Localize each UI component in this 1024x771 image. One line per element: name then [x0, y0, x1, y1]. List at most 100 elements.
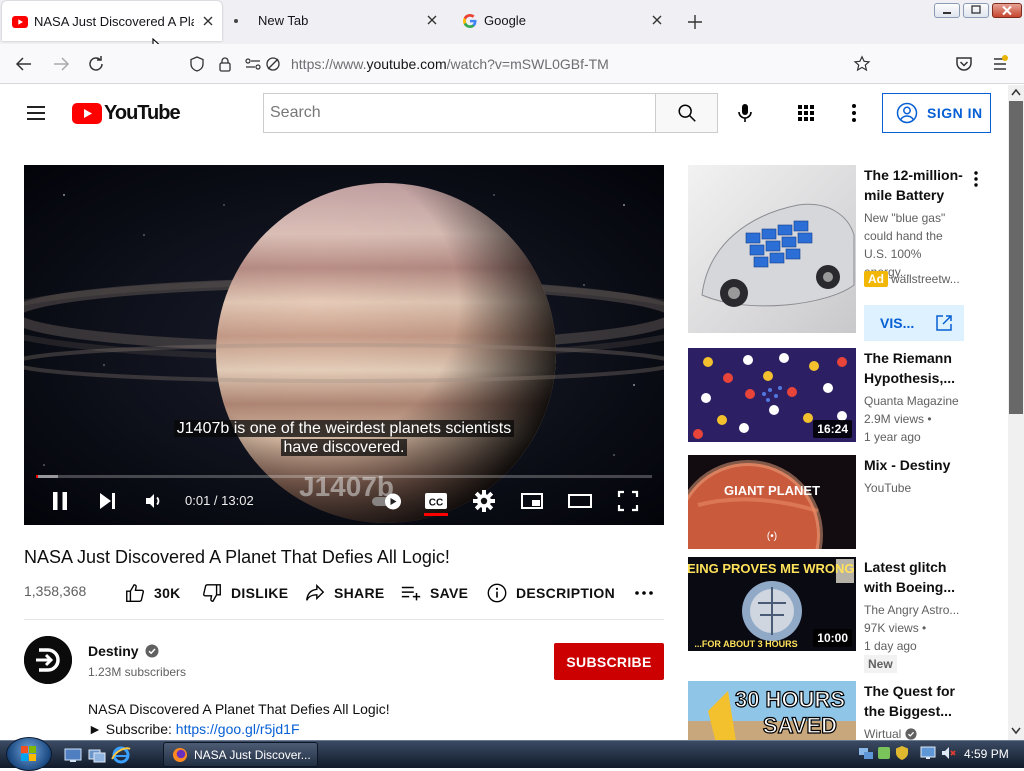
video-player[interactable]: J1407b is one of the weirdest planets sc…	[24, 165, 664, 525]
sign-in-button[interactable]: SIGN IN	[882, 93, 991, 133]
share-button[interactable]: SHARE	[304, 581, 385, 605]
info-circle-icon	[486, 582, 508, 604]
video-title[interactable]: The Quest for the Biggest...	[864, 681, 968, 721]
video-thumbnail[interactable]: BOEING PROVES ME WRONG ...FOR ABOUT 3 HOU…	[688, 557, 856, 651]
subscriber-count: 1.23M subscribers	[88, 665, 187, 679]
channel-name[interactable]: Destiny	[88, 643, 159, 659]
tray-display-icon[interactable]	[920, 745, 936, 761]
divider	[24, 619, 664, 620]
video-thumbnail[interactable]: 30 HOURS SAVED	[688, 681, 856, 740]
youtube-logo[interactable]: YouTube	[72, 102, 181, 125]
settings-gear-icon[interactable]	[470, 487, 498, 515]
ad-thumbnail[interactable]	[688, 165, 856, 333]
video-title[interactable]: The Riemann Hypothesis,...	[864, 348, 968, 388]
fullscreen-icon[interactable]	[614, 487, 642, 515]
autoplay-toggle-icon[interactable]	[370, 487, 406, 515]
tracking-shield-icon[interactable]	[188, 55, 206, 73]
show-desktop-icon[interactable]	[64, 746, 82, 764]
video-thumbnail[interactable]: GIANT PLANET (•)	[688, 455, 856, 549]
more-vertical-icon[interactable]	[966, 169, 986, 189]
close-tab-icon[interactable]	[198, 11, 218, 31]
next-video-icon[interactable]	[94, 487, 122, 515]
taskbar-firefox-window[interactable]: NASA Just Discover...	[163, 742, 318, 767]
sidebar-video[interactable]: 16:24 The Riemann Hypothesis,... Quanta …	[688, 348, 988, 444]
miniplayer-icon[interactable]	[518, 487, 546, 515]
back-arrow-icon[interactable]	[12, 52, 36, 76]
scroll-down-arrow-icon[interactable]	[1011, 727, 1021, 735]
restore-window-icon[interactable]	[963, 3, 989, 18]
channel-avatar[interactable]	[24, 636, 72, 684]
scroll-up-arrow-icon[interactable]	[1011, 88, 1021, 96]
closed-captions-icon[interactable]: CC	[422, 487, 450, 515]
channel-name[interactable]: YouTube	[864, 479, 911, 497]
search-input[interactable]	[263, 93, 655, 133]
dislike-button[interactable]: DISLIKE	[201, 581, 288, 605]
close-window-icon[interactable]	[992, 3, 1022, 18]
reload-icon[interactable]	[84, 52, 108, 76]
view-count: 1,358,368	[24, 583, 87, 599]
ad-title[interactable]: The 12-million-mile Battery	[864, 165, 964, 205]
close-tab-icon[interactable]	[422, 10, 442, 30]
permissions-icon[interactable]	[244, 55, 262, 73]
microphone-icon[interactable]	[733, 101, 757, 125]
channel-name[interactable]: The Angry Astro...	[864, 601, 959, 619]
theater-mode-icon[interactable]	[566, 487, 594, 515]
subscribe-button[interactable]: SUBSCRIBE	[554, 643, 664, 680]
lock-icon[interactable]	[216, 55, 234, 73]
volume-icon[interactable]	[139, 487, 167, 515]
forward-arrow-icon[interactable]	[49, 52, 73, 76]
channel-name[interactable]: Quanta Magazine	[864, 392, 959, 410]
save-button[interactable]: SAVE	[400, 581, 468, 605]
minimize-window-icon[interactable]	[934, 3, 960, 18]
page-scrollbar[interactable]	[1008, 85, 1024, 740]
description-subscribe-line: ► Subscribe: https://goo.gl/r5jd1F	[88, 721, 300, 737]
pocket-icon[interactable]	[952, 52, 976, 76]
pause-icon[interactable]	[46, 487, 74, 515]
save-label: SAVE	[430, 585, 469, 601]
start-button[interactable]	[6, 737, 52, 771]
url-bar[interactable]: https://www.youtube.com/watch?v=mSWL0GBf…	[180, 48, 880, 80]
verified-check-icon	[905, 728, 917, 740]
channel-name[interactable]: Wirtual	[864, 725, 917, 740]
tab-new-tab[interactable]: New Tab	[226, 0, 446, 42]
hamburger-menu-icon[interactable]	[24, 101, 48, 125]
tray-shield-icon[interactable]	[894, 745, 910, 761]
like-button[interactable]: 30K	[124, 581, 181, 605]
apps-grid-icon[interactable]	[794, 101, 818, 125]
progress-bar[interactable]	[36, 475, 652, 478]
volume-muted-icon[interactable]	[940, 745, 956, 761]
sidebar-video[interactable]: 30 HOURS SAVED The Quest for the Biggest.…	[688, 681, 988, 740]
video-title[interactable]: Latest glitch with Boeing...	[864, 557, 968, 597]
sidebar-video[interactable]: BOEING PROVES ME WRONG ...FOR ABOUT 3 HOU…	[688, 557, 988, 673]
visit-advertiser-button[interactable]: VIS...	[864, 305, 964, 341]
video-thumbnail[interactable]: 16:24	[688, 348, 856, 442]
account-circle-icon	[895, 101, 919, 125]
more-vertical-icon[interactable]	[842, 101, 866, 125]
tab-youtube[interactable]: NASA Just Discovered A Planet That Defie…	[2, 1, 222, 41]
thumbs-down-icon	[201, 582, 223, 604]
switch-windows-icon[interactable]	[88, 746, 106, 764]
sidebar-video[interactable]: GIANT PLANET (•) Mix - Destiny YouTube	[688, 455, 988, 551]
more-horizontal-icon[interactable]	[632, 583, 656, 603]
share-arrow-icon	[304, 582, 326, 604]
url-text[interactable]: https://www.youtube.com/watch?v=mSWL0GBf…	[291, 56, 609, 72]
tray-network-icon[interactable]	[858, 745, 874, 761]
video-title[interactable]: Mix - Destiny	[864, 455, 974, 475]
description-button[interactable]: DESCRIPTION	[486, 581, 615, 605]
search-icon[interactable]	[655, 93, 718, 133]
close-tab-icon[interactable]	[647, 10, 667, 30]
autoplay-blocked-icon[interactable]	[264, 55, 282, 73]
scrollbar-thumb[interactable]	[1009, 101, 1023, 414]
bookmark-star-icon[interactable]	[853, 55, 871, 73]
windows-taskbar: NASA Just Discover... 4:59 PM	[0, 737, 1024, 771]
app-menu-icon[interactable]	[988, 52, 1012, 76]
internet-explorer-icon[interactable]	[111, 745, 131, 765]
sidebar-ad[interactable]: The 12-million-mile Battery New "blue ga…	[688, 165, 988, 345]
new-tab-plus-icon[interactable]	[684, 11, 706, 33]
tray-app-icon[interactable]	[876, 745, 892, 761]
subscribe-link[interactable]: https://goo.gl/r5jd1F	[176, 721, 300, 737]
youtube-header: YouTube SIGN IN	[0, 85, 1008, 141]
taskbar-window-title: NASA Just Discover...	[194, 747, 311, 762]
tab-google[interactable]: Google	[452, 0, 672, 42]
browser-nav-bar: https://www.youtube.com/watch?v=mSWL0GBf…	[0, 44, 1024, 84]
